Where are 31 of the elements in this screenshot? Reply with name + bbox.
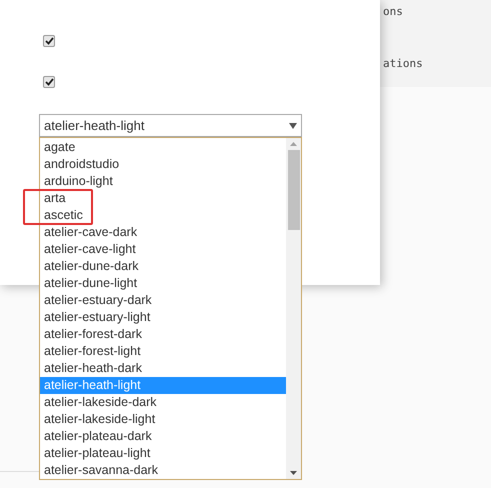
option-item[interactable]: atelier-plateau-light: [40, 445, 286, 462]
theme-select[interactable]: atelier-heath-light: [39, 114, 302, 137]
scroll-up-icon: [290, 142, 297, 146]
option-label: ations: [383, 56, 424, 72]
scrollbar[interactable]: [286, 138, 301, 479]
option-item[interactable]: arta: [40, 190, 286, 207]
option-item[interactable]: atelier-plateau-dark: [40, 428, 286, 445]
option-item[interactable]: androidstudio: [40, 156, 286, 173]
option-item[interactable]: atelier-lakeside-dark: [40, 394, 286, 411]
option-item[interactable]: ascetic: [40, 207, 286, 224]
option-item[interactable]: atelier-forest-dark: [40, 326, 286, 343]
dropdown-arrow-icon: [289, 122, 297, 128]
checkbox[interactable]: [43, 76, 55, 88]
option-item[interactable]: atelier-estuary-dark: [40, 292, 286, 309]
checkbox[interactable]: [43, 35, 55, 47]
option-item[interactable]: atelier-savanna-dark: [40, 462, 286, 479]
option-item[interactable]: agate: [40, 139, 286, 156]
option-item[interactable]: atelier-cave-dark: [40, 224, 286, 241]
checkmark-icon: [44, 37, 54, 45]
option-item[interactable]: atelier-forest-light: [40, 343, 286, 360]
option-item[interactable]: atelier-heath-dark: [40, 360, 286, 377]
option-item[interactable]: atelier-dune-dark: [40, 258, 286, 275]
option-item[interactable]: atelier-estuary-light: [40, 309, 286, 326]
option-item[interactable]: atelier-lakeside-light: [40, 411, 286, 428]
scroll-down-icon: [290, 471, 297, 475]
option-item[interactable]: atelier-cave-light: [40, 241, 286, 258]
option-item[interactable]: arduino-light: [40, 173, 286, 190]
option-label: ons: [383, 4, 404, 20]
checkmark-icon: [44, 78, 54, 86]
scrollbar-thumb[interactable]: [288, 150, 300, 230]
option-item[interactable]: atelier-dune-light: [40, 275, 286, 292]
